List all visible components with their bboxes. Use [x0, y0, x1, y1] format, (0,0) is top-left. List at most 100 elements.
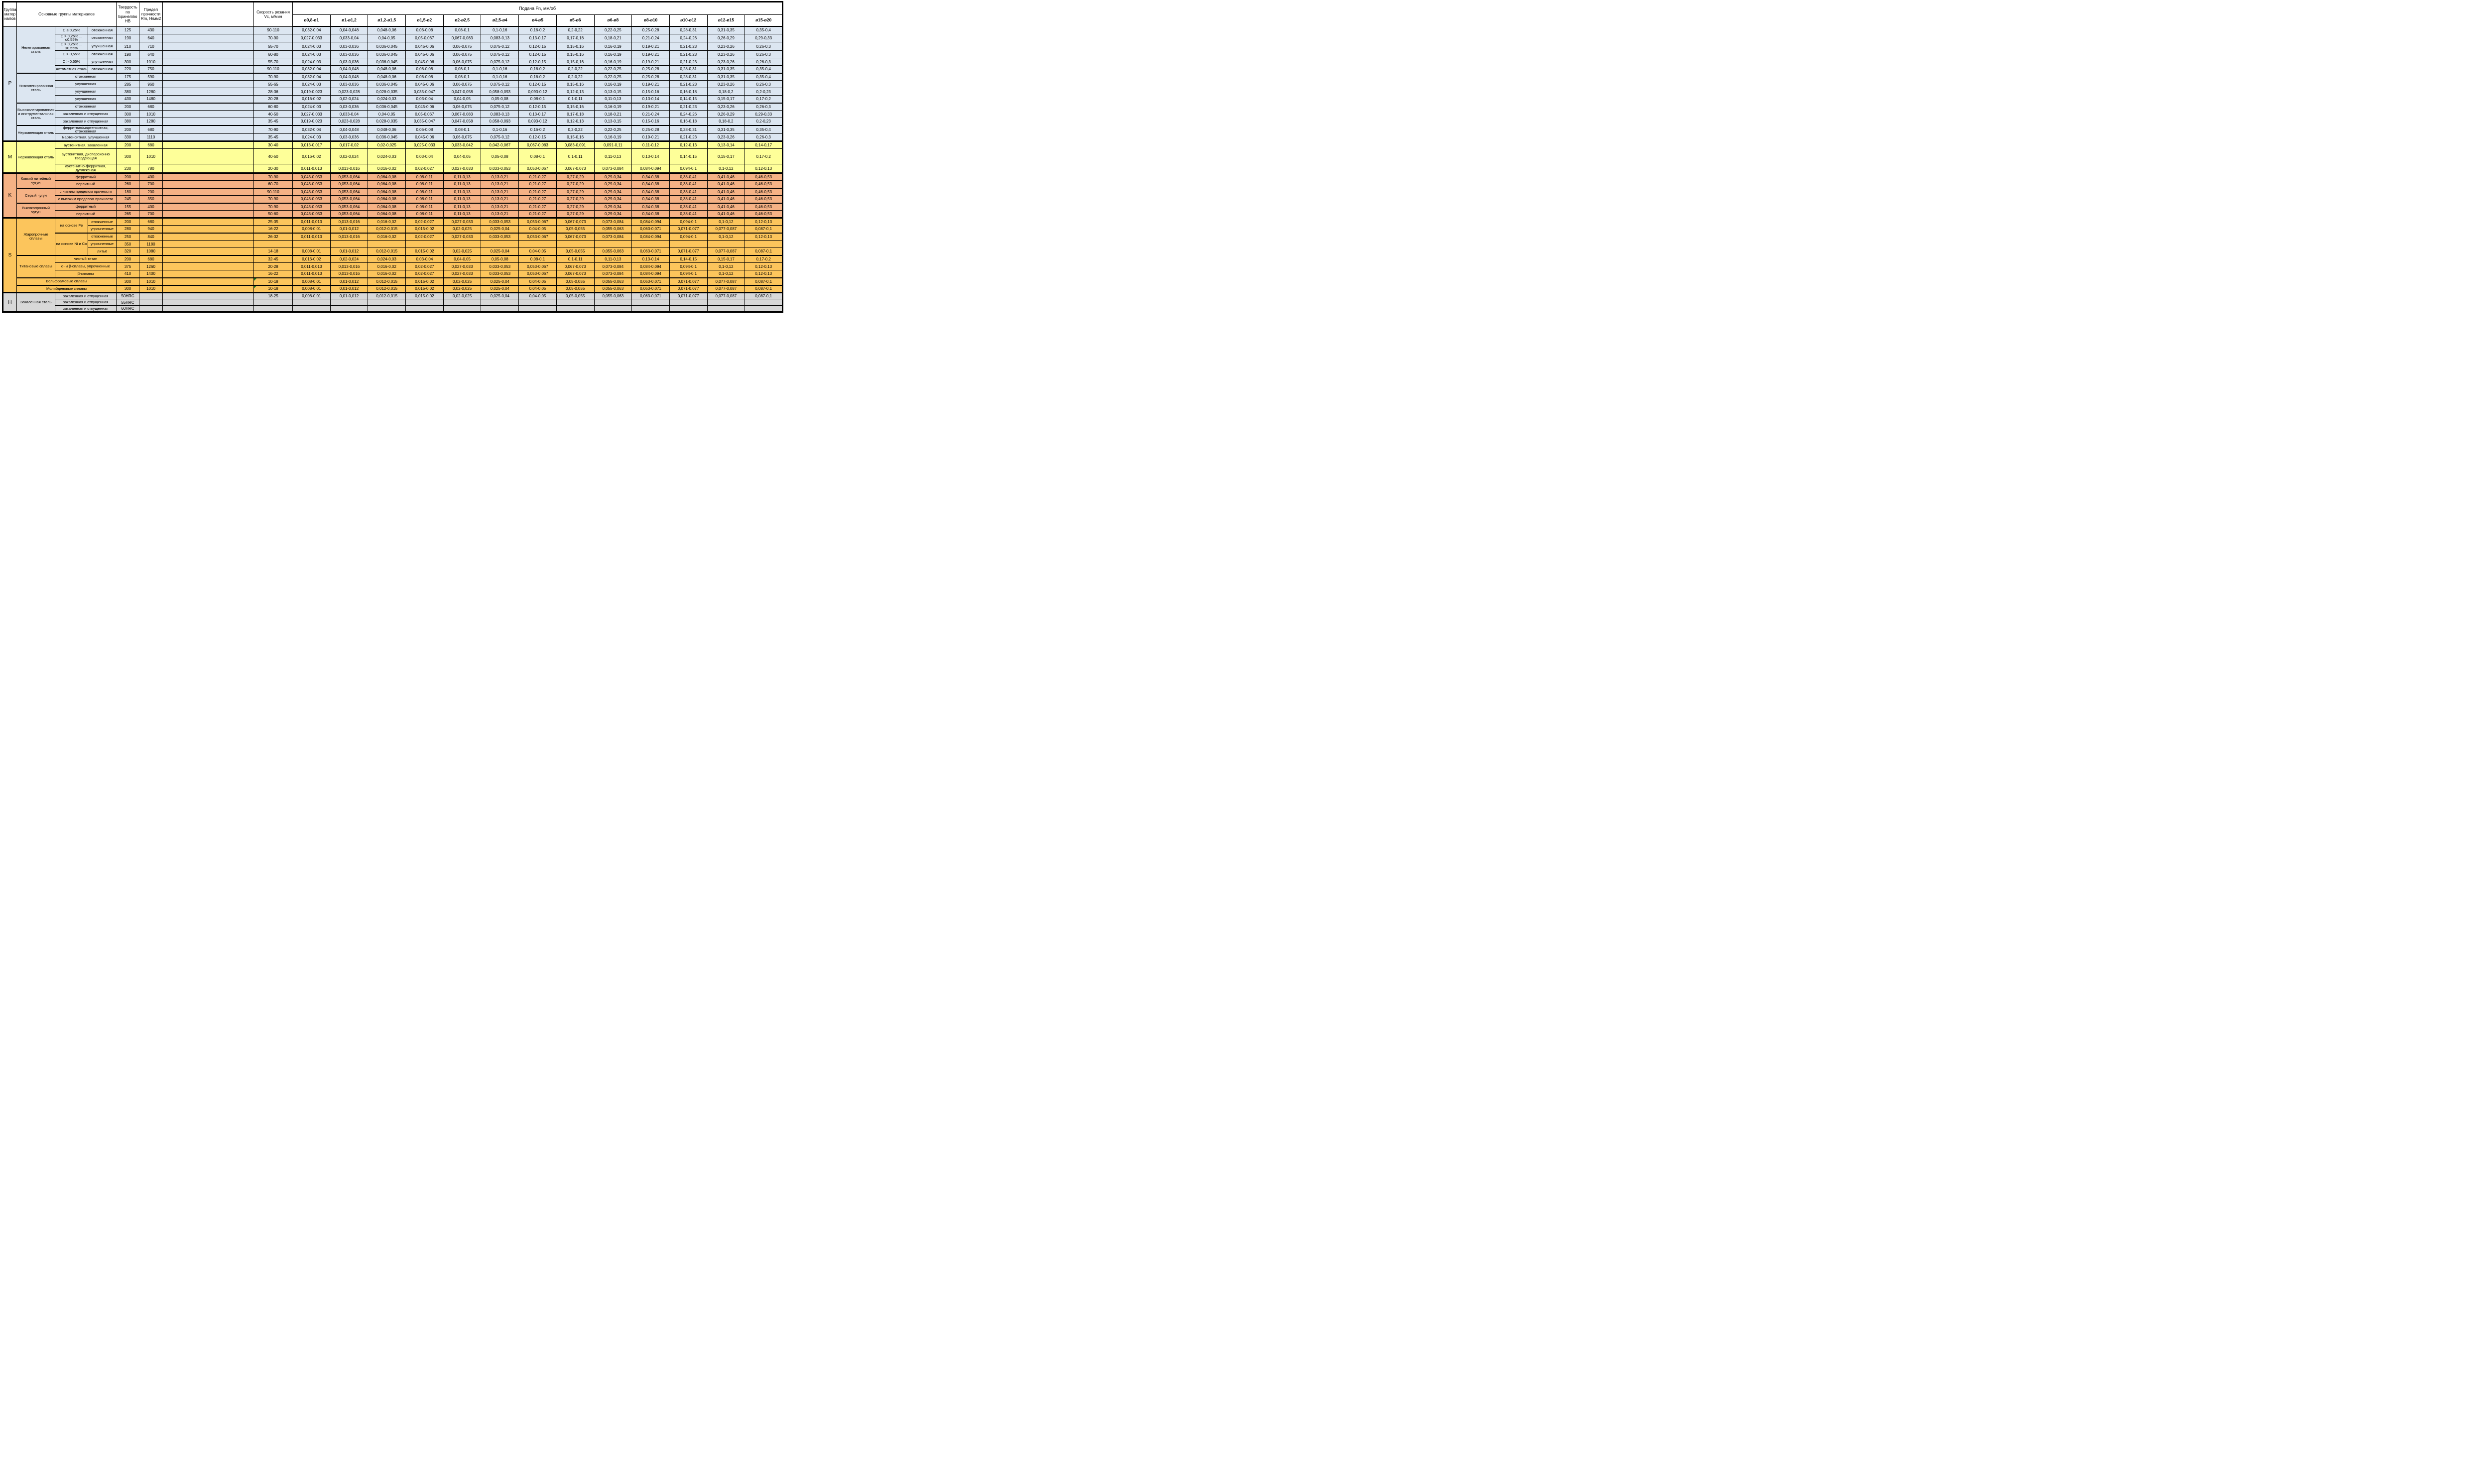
rm-value-cell: 840 [139, 233, 163, 241]
feed-value-cell: 0,08-0,1 [443, 125, 481, 134]
feed-value-cell: 0,13-0,17 [519, 34, 557, 42]
feed-value-cell [293, 306, 331, 312]
feed-value-cell: 0,027-0,033 [443, 263, 481, 270]
feed-value-cell: 0,35-0,4 [745, 125, 783, 134]
table-row: β-сплавы410140016-220,011-0,0130,013-0,0… [3, 270, 783, 278]
feed-value-cell: 0,17-0,18 [556, 34, 594, 42]
feed-value-cell: 0,077-0,087 [707, 285, 745, 293]
feed-value-cell: 0,14-0,15 [669, 255, 707, 263]
feed-value-cell: 0,21-0,27 [519, 203, 557, 211]
feed-value-cell: 0,22-0,25 [594, 26, 632, 34]
feed-value-cell: 0,06-0,075 [443, 103, 481, 111]
feed-value-cell: 0,024-0,03 [293, 58, 331, 66]
rm-value-cell: 1010 [139, 285, 163, 293]
rm-value-cell: 200 [139, 188, 163, 196]
feed-value-cell: 0,1-0,12 [707, 164, 745, 173]
material-cell: перлитный [55, 181, 117, 188]
feed-value-cell: 0,22-0,25 [594, 125, 632, 134]
feed-value-cell: 0,03-0,04 [406, 149, 444, 164]
material-cell: закаленная и отпущенная [55, 306, 117, 312]
feed-value-cell: 0,033-0,04 [330, 34, 368, 42]
spacer-cell [163, 263, 254, 270]
material-cell: Вольфрамовые сплавы [17, 278, 117, 285]
spacer-cell [163, 241, 254, 248]
feed-value-cell: 0,24-0,26 [669, 34, 707, 42]
material-cell: с высоким пределом прочности [55, 196, 117, 203]
feed-value-cell: 0,02-0,024 [330, 255, 368, 263]
feed-value-cell: 0,34-0,38 [632, 196, 670, 203]
feed-value-cell: 0,1-0,16 [481, 66, 519, 73]
feed-value-cell: 0,13-0,21 [481, 196, 519, 203]
header-cutting-speed-vc: Скорость резания Vc, м/мин [254, 2, 293, 27]
table-row: упрочненные3501180 [3, 241, 783, 248]
feed-value-cell: 0,036-0,045 [368, 42, 406, 51]
feed-value-cell: 0,035-0,047 [406, 88, 444, 96]
spacer-cell [163, 164, 254, 173]
feed-value-cell: 0,024-0,03 [293, 134, 331, 141]
feed-value-cell: 0,13-0,21 [481, 173, 519, 181]
feed-value-cell: 0,12-0,15 [519, 134, 557, 141]
feed-value-cell: 0,008-0,01 [293, 293, 331, 299]
feed-value-cell: 0,043-0,053 [293, 211, 331, 218]
feed-value-cell: 0,34-0,38 [632, 211, 670, 218]
feed-value-cell: 0,084-0,094 [632, 263, 670, 270]
hb-value-cell: 180 [117, 188, 139, 196]
feed-value-cell: 0,015-0,02 [406, 285, 444, 293]
rm-value-cell: 1260 [139, 263, 163, 270]
spacer-cell [163, 270, 254, 278]
material-cell: на основе Fe [55, 218, 88, 233]
material-cell: закаленная и отпущенная [55, 293, 117, 299]
material-cell: закаленная и отпущенная [55, 111, 117, 118]
table-row: C > 0,55%улучшенная300101055-700,024-0,0… [3, 58, 783, 66]
table-row: литьё320108014-180,008-0,010,01-0,0120,0… [3, 248, 783, 255]
hb-value-cell: 200 [117, 255, 139, 263]
table-row: MНержавеющая стальаустенитная, закаленна… [3, 141, 783, 149]
feed-value-cell: 0,013-0,017 [293, 141, 331, 149]
rm-value-cell: 350 [139, 196, 163, 203]
material-cell: отожженные [88, 218, 117, 226]
vc-value-cell: 40-50 [254, 149, 293, 164]
feed-value-cell: 0,033-0,053 [481, 218, 519, 226]
feed-value-cell: 0,15-0,16 [556, 51, 594, 58]
feed-value-cell: 0,025-0,04 [481, 285, 519, 293]
hb-value-cell: 210 [117, 42, 139, 51]
rm-value-cell: 960 [139, 81, 163, 88]
feed-value-cell: 0,08-0,11 [406, 181, 444, 188]
feed-value-cell: 0,024-0,03 [368, 255, 406, 263]
feed-value-cell: 0,31-0,35 [707, 73, 745, 81]
feed-value-cell: 0,1-0,12 [707, 263, 745, 270]
feed-value-cell: 0,05-0,08 [481, 96, 519, 103]
material-cell: отожженная [88, 66, 117, 73]
material-cell: отожженная [55, 73, 117, 81]
feed-value-cell: 0,067-0,073 [556, 164, 594, 173]
spacer-cell [163, 58, 254, 66]
rm-value-cell: 680 [139, 141, 163, 149]
feed-value-cell: 0,01-0,012 [330, 278, 368, 285]
feed-value-cell: 0,013-0,016 [330, 263, 368, 270]
table-row: Серый чугунс низким пределом прочности18… [3, 188, 783, 196]
feed-value-cell: 0,26-0,3 [745, 134, 783, 141]
rm-value-cell [139, 293, 163, 299]
feed-value-cell: 0,2-0,22 [556, 26, 594, 34]
feed-value-cell: 0,015-0,02 [406, 248, 444, 255]
feed-value-cell: 0,043-0,053 [293, 203, 331, 211]
feed-value-cell: 0,016-0,02 [293, 96, 331, 103]
material-cell: C > 0,25% ... ≤0,55% [55, 34, 88, 42]
feed-value-cell: 0,02-0,027 [406, 164, 444, 173]
feed-value-cell: 0,073-0,084 [594, 263, 632, 270]
vc-value-cell [254, 306, 293, 312]
feed-value-cell: 0,29-0,34 [594, 173, 632, 181]
rm-value-cell [139, 306, 163, 312]
feed-value-cell: 0,16-0,19 [594, 134, 632, 141]
feed-rate-table: Группа материалов Основные группы матери… [2, 1, 783, 313]
vc-value-cell: 10-18 [254, 285, 293, 293]
feed-value-cell: 0,26-0,3 [745, 103, 783, 111]
feed-value-cell: 0,033-0,053 [481, 270, 519, 278]
rm-value-cell: 1180 [139, 241, 163, 248]
vc-value-cell: 70-90 [254, 203, 293, 211]
feed-value-cell: 0,02-0,025 [443, 278, 481, 285]
feed-value-cell: 0,21-0,23 [669, 81, 707, 88]
feed-value-cell: 0,28-0,31 [669, 125, 707, 134]
feed-value-cell: 0,077-0,087 [707, 278, 745, 285]
table-row: улучшенная430148020-280,016-0,020,02-0,0… [3, 96, 783, 103]
